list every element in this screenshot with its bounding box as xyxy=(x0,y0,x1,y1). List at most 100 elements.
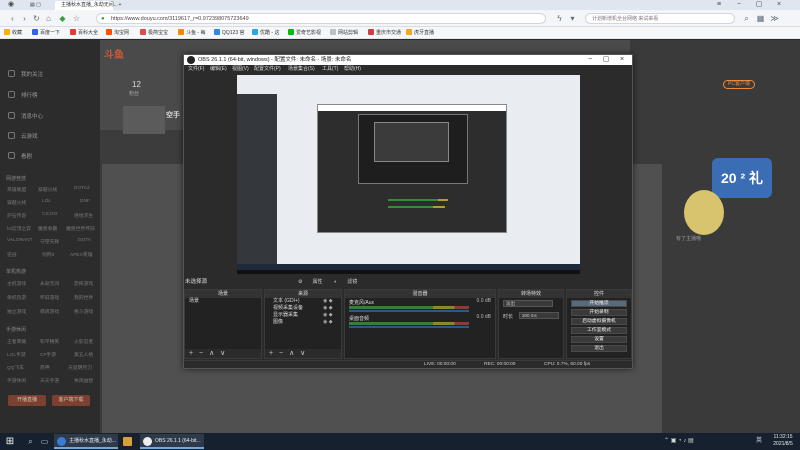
category-link[interactable]: 英雄联盟 xyxy=(7,186,26,193)
bookmark-item[interactable]: 爱奇艺影视 xyxy=(288,29,321,37)
back-icon[interactable]: ‹ xyxy=(8,14,17,23)
task-view-icon[interactable]: ▭ xyxy=(40,437,49,446)
pc-client-badge[interactable]: PC客户端 xyxy=(723,80,755,89)
category-link[interactable]: lol云顶之弈 xyxy=(7,225,31,232)
menu-scene-collection[interactable]: 场景集合(S) xyxy=(288,65,315,74)
bookmark-star-icon[interactable]: ☆ xyxy=(72,14,81,23)
source-item[interactable]: 图像 ◉ ◆ xyxy=(265,319,341,326)
obs-preview-canvas[interactable] xyxy=(237,75,580,274)
forward-icon[interactable]: › xyxy=(20,14,29,23)
overflow-menu-icon[interactable]: ≫ xyxy=(770,14,779,23)
category-link[interactable]: 和平精英 xyxy=(40,338,59,345)
bookmark-item[interactable]: 淘宝网 xyxy=(106,29,129,37)
category-link[interactable]: CS:GO xyxy=(42,212,57,217)
category-link[interactable]: 休闲益智 xyxy=(74,377,93,384)
bookmark-item[interactable]: 优酷 - 这 xyxy=(252,29,279,37)
start-streaming-button[interactable]: 开始推流 xyxy=(571,300,627,307)
ime-indicator[interactable]: 英 xyxy=(756,433,762,450)
tab-filters[interactable]: 滤镜 xyxy=(347,279,357,285)
sidebar-item-messages[interactable]: 消息中心 xyxy=(8,112,43,120)
category-link[interactable]: 剑网3 xyxy=(42,251,54,258)
category-link[interactable]: DNF xyxy=(80,199,90,204)
scenes-dock-controls[interactable]: + − ∧ ∨ xyxy=(185,349,261,358)
category-link[interactable]: 棋牌游戏 xyxy=(40,308,59,315)
category-link[interactable]: 原神 xyxy=(40,364,50,371)
category-link[interactable]: 手游休闲 xyxy=(7,377,26,384)
maximize-button[interactable]: ▢ xyxy=(750,0,768,10)
scene-item[interactable]: 场景 xyxy=(185,298,261,305)
start-live-button[interactable]: 开播直播 xyxy=(8,395,46,406)
client-download-button[interactable]: 客户端下载 xyxy=(52,395,90,406)
menu-tools[interactable]: 工具(T) xyxy=(322,65,338,74)
taskbar-browser[interactable]: 主播秋水直播_永劫... xyxy=(54,434,118,449)
close-button[interactable]: × xyxy=(770,0,788,10)
menu-profile[interactable]: 配置文件(P) xyxy=(254,65,281,74)
minimize-button[interactable]: − xyxy=(730,0,748,10)
category-link[interactable]: VALORANT xyxy=(7,238,33,243)
exit-button[interactable]: 退出 xyxy=(571,345,627,352)
promo-banner[interactable]: 20 ² 礼 xyxy=(712,158,772,198)
bookmark-item[interactable]: 百度一下 xyxy=(32,29,60,37)
menu-icon[interactable]: ≡ xyxy=(710,0,728,10)
category-link[interactable]: APEX英雄 xyxy=(70,251,92,258)
streamer-avatar[interactable] xyxy=(123,106,165,134)
bookmark-item[interactable]: 重庆市交通 xyxy=(368,29,401,37)
shield-icon[interactable]: ◆ xyxy=(58,14,67,23)
category-link[interactable]: LOL xyxy=(42,199,51,204)
category-link[interactable]: 天天手游 xyxy=(40,377,59,384)
obs-minimize-button[interactable]: − xyxy=(582,55,598,65)
category-link[interactable]: 逆战 xyxy=(7,251,17,258)
sidebar-item-rank[interactable]: 排行榜 xyxy=(8,91,38,99)
obs-close-button[interactable]: × xyxy=(614,55,630,65)
source-item[interactable]: 视频采集设备 ◉ ◆ xyxy=(265,305,341,312)
new-tab-button[interactable]: + xyxy=(116,1,124,10)
bookmark-item[interactable]: 虎牙直播 xyxy=(406,29,434,37)
bookmark-item[interactable]: 网站剪辑 xyxy=(330,29,358,37)
reload-icon[interactable]: ↻ xyxy=(32,14,41,23)
obs-maximize-button[interactable]: ▢ xyxy=(598,55,614,65)
category-link[interactable]: 绝地求生 xyxy=(74,212,93,219)
sidebar-item-cloudgame[interactable]: 云游戏 xyxy=(8,132,38,140)
eye-lock-icon[interactable]: ◉ ◆ xyxy=(323,319,333,326)
category-link[interactable]: DOTA xyxy=(78,238,91,243)
menu-edit[interactable]: 编辑(E) xyxy=(210,65,227,74)
taskbar-clock[interactable]: 11:32:15 2021/8/5 xyxy=(770,434,796,448)
virtual-camera-button[interactable]: 启动虚拟摄像机 xyxy=(571,318,627,325)
taskbar-explorer[interactable] xyxy=(120,434,136,449)
category-link[interactable]: 穿越火线 xyxy=(38,186,57,193)
menu-file[interactable]: 文件(F) xyxy=(188,65,204,74)
transition-type-select[interactable]: 淡出 xyxy=(503,300,553,307)
source-item[interactable]: 显示器采集 ◉ ◆ xyxy=(265,312,341,319)
lightning-icon[interactable]: ϟ xyxy=(555,14,564,23)
search-icon[interactable]: ⌕ xyxy=(742,14,751,23)
volume-slider[interactable] xyxy=(349,310,469,312)
search-icon[interactable]: ⌕ xyxy=(26,437,35,446)
dropdown-icon[interactable]: ▾ xyxy=(568,14,577,23)
bookmark-item[interactable]: 收藏 xyxy=(4,29,22,37)
category-link[interactable]: 魔兽世界怀旧 xyxy=(66,225,95,232)
studio-mode-button[interactable]: 工作室模式 xyxy=(571,327,627,334)
category-link[interactable]: CF手游 xyxy=(40,351,56,358)
sidebar-item-follow[interactable]: 我的关注 xyxy=(8,70,43,78)
tab-properties[interactable]: 属性 xyxy=(312,279,322,285)
category-link[interactable]: 主机游戏 xyxy=(7,280,26,287)
settings-button[interactable]: 设置 xyxy=(571,336,627,343)
volume-slider[interactable] xyxy=(349,326,469,328)
category-link[interactable]: 守望先锋 xyxy=(40,238,59,245)
category-link[interactable]: 怀旧游戏 xyxy=(40,294,59,301)
sidebar-item-drama[interactable]: 看剧 xyxy=(8,152,32,160)
category-link[interactable]: 第五人格 xyxy=(74,351,93,358)
eye-lock-icon[interactable]: ◉ ◆ xyxy=(323,298,333,305)
category-link[interactable]: 炉石传说 xyxy=(7,212,26,219)
search-input[interactable]: 计划新增机全台网络 来试来看 xyxy=(585,13,735,24)
url-field[interactable]: ● https://www.douyu.com/3119617_r=0.9723… xyxy=(96,13,546,24)
category-link[interactable]: 天涯明月刀 xyxy=(68,364,92,371)
category-link[interactable]: 独立游戏 xyxy=(7,308,26,315)
duration-input[interactable]: 300 ms xyxy=(519,312,559,319)
bookmark-item[interactable]: 斗鱼 - 每 xyxy=(178,29,205,37)
category-link[interactable]: 王者荣耀 xyxy=(7,338,26,345)
category-link[interactable]: QQ飞车 xyxy=(7,364,24,371)
category-link[interactable]: 我的世界 xyxy=(74,294,93,301)
home-icon[interactable]: ⌂ xyxy=(44,14,53,23)
category-link[interactable]: 魔兽争霸 xyxy=(38,225,57,232)
